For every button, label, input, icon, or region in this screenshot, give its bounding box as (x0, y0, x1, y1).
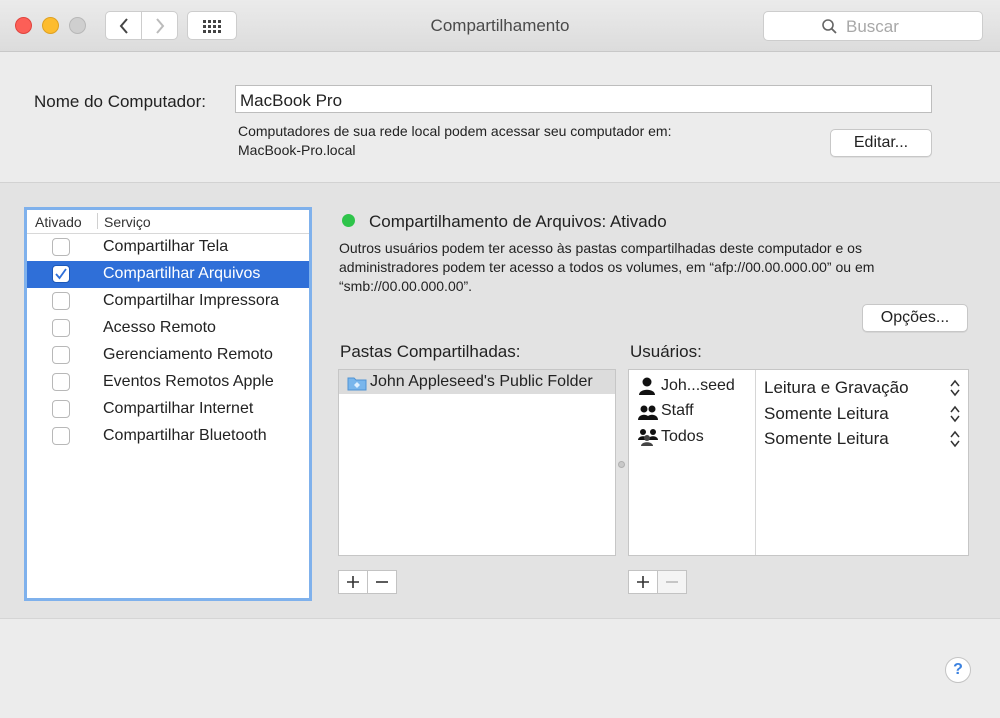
service-label: Compartilhar Arquivos (103, 265, 261, 282)
edit-button[interactable]: Editar... (830, 129, 932, 157)
minus-icon (376, 581, 388, 583)
service-label: Acesso Remoto (103, 319, 216, 336)
sharing-description: Outros usuários podem ter acesso às past… (339, 239, 979, 296)
help-button[interactable]: ? (945, 657, 971, 683)
add-user-button[interactable] (628, 570, 658, 594)
column-header-service[interactable]: Serviço (104, 214, 151, 230)
service-label: Compartilhar Internet (103, 400, 254, 417)
split-view-handle[interactable] (618, 461, 625, 468)
network-address-info: Computadores de sua rede local podem ace… (238, 122, 671, 160)
service-label: Compartilhar Tela (103, 238, 229, 255)
service-row-remote-management[interactable]: Gerenciamento Remoto (27, 342, 309, 369)
plus-icon (347, 576, 359, 588)
service-label: Eventos Remotos Apple (103, 373, 274, 390)
service-row-file-sharing[interactable]: Compartilhar Arquivos (27, 261, 309, 288)
service-row-internet-sharing[interactable]: Compartilhar Internet (27, 396, 309, 423)
service-row-printer-sharing[interactable]: Compartilhar Impressora (27, 288, 309, 315)
everyone-icon (638, 429, 658, 446)
description-line: administradores podem ter acesso a todos… (339, 259, 875, 275)
options-button[interactable]: Opções... (862, 304, 968, 332)
shared-folder-row[interactable]: John Appleseed's Public Folder (339, 370, 615, 394)
sharing-window: Compartilhamento Buscar Nome do Computad… (0, 0, 1000, 718)
service-checkbox[interactable] (52, 238, 70, 256)
user-name[interactable]: Todos (661, 428, 704, 446)
service-checkbox[interactable] (52, 319, 70, 337)
sharing-main-section: Ativado Serviço Compartilhar Tela Compar… (0, 183, 1000, 619)
service-label: Compartilhar Bluetooth (103, 427, 267, 444)
computer-name-label: Nome do Computador: (34, 92, 206, 111)
plus-icon (637, 576, 649, 588)
shared-folder-name: John Appleseed's Public Folder (370, 373, 593, 390)
description-line: “smb://00.00.000.00”. (339, 278, 473, 294)
shared-folders-label: Pastas Compartilhadas: (340, 342, 521, 361)
shared-folder-icon (347, 377, 367, 391)
service-checkbox[interactable] (52, 400, 70, 418)
service-checkbox[interactable] (52, 373, 70, 391)
search-icon (822, 19, 837, 34)
column-header-enabled[interactable]: Ativado (35, 214, 82, 230)
user-permission[interactable]: Somente Leitura (764, 429, 889, 449)
computer-name-section: Nome do Computador: Computadores de sua … (0, 52, 1000, 183)
user-permission[interactable]: Leitura e Gravação (764, 378, 909, 398)
service-checkbox[interactable] (52, 292, 70, 310)
service-row-bluetooth-sharing[interactable]: Compartilhar Bluetooth (27, 423, 309, 450)
user-permission[interactable]: Somente Leitura (764, 404, 889, 424)
shared-folders-list: John Appleseed's Public Folder (338, 369, 616, 556)
sharing-status: Compartilhamento de Arquivos: Ativado (369, 212, 667, 231)
search-field[interactable]: Buscar (763, 11, 983, 41)
user-name[interactable]: Staff (661, 402, 694, 420)
service-checkbox[interactable] (52, 346, 70, 364)
network-info-line: Computadores de sua rede local podem ace… (238, 123, 672, 139)
service-row-remote-apple-events[interactable]: Eventos Remotos Apple (27, 369, 309, 396)
users-label: Usuários: (630, 342, 702, 361)
services-list: Ativado Serviço Compartilhar Tela Compar… (24, 207, 312, 601)
single-user-icon (639, 377, 655, 395)
service-label: Compartilhar Impressora (103, 292, 280, 309)
minus-icon (666, 581, 678, 583)
search-placeholder: Buscar (846, 17, 899, 36)
add-folder-button[interactable] (338, 570, 368, 594)
service-row-remote-login[interactable]: Acesso Remoto (27, 315, 309, 342)
title-bar: Compartilhamento Buscar (0, 0, 1000, 52)
group-icon (638, 405, 658, 420)
service-row-screen-sharing[interactable]: Compartilhar Tela (27, 234, 309, 261)
up-down-arrows-icon[interactable] (949, 405, 961, 423)
services-list-header: Ativado Serviço (27, 210, 309, 234)
computer-name-field[interactable] (235, 85, 932, 113)
users-list: Joh...seed Leitura e Gravação Staff Some… (628, 369, 969, 556)
service-label: Gerenciamento Remoto (103, 346, 273, 363)
status-indicator (342, 214, 355, 227)
description-line: Outros usuários podem ter acesso às past… (339, 240, 862, 256)
remove-user-button[interactable] (657, 570, 687, 594)
checkmark-icon (55, 268, 67, 280)
column-separator (97, 213, 98, 229)
local-hostname: MacBook-Pro.local (238, 142, 356, 158)
user-name[interactable]: Joh...seed (661, 377, 735, 395)
up-down-arrows-icon[interactable] (949, 430, 961, 448)
service-checkbox[interactable] (52, 427, 70, 445)
column-separator (755, 370, 756, 555)
remove-folder-button[interactable] (367, 570, 397, 594)
service-checkbox[interactable] (52, 265, 70, 283)
up-down-arrows-icon[interactable] (949, 379, 961, 397)
